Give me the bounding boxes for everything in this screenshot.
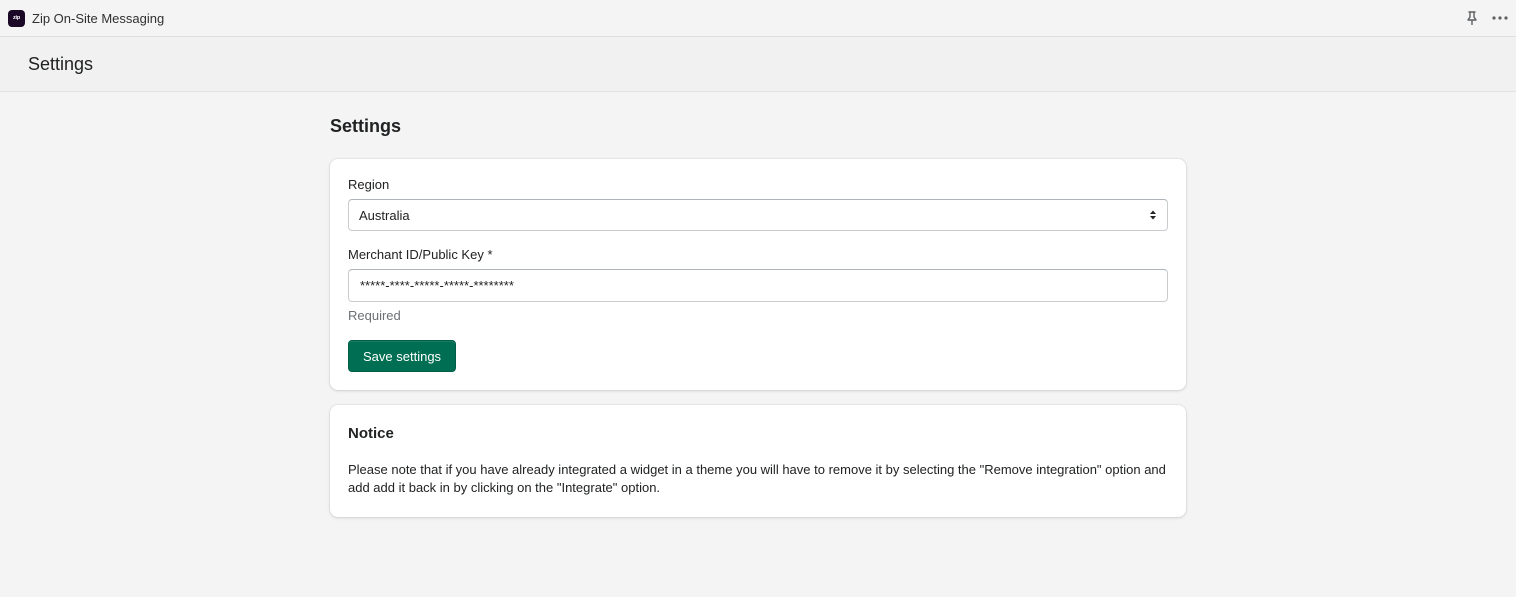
main-content: Settings Region Australia Merchant ID/Pu… — [330, 92, 1186, 517]
app-logo-text: zip — [12, 15, 21, 21]
region-select[interactable]: Australia — [348, 199, 1168, 231]
region-label: Region — [348, 177, 390, 192]
save-settings-button[interactable]: Save settings — [348, 340, 457, 372]
notice-title: Notice — [348, 425, 394, 442]
merchant-id-help: Required — [348, 308, 401, 323]
notice-text: Please note that if you have already int… — [348, 462, 1166, 495]
select-arrows-icon — [1149, 209, 1157, 224]
more-icon[interactable] — [1492, 16, 1508, 20]
settings-card: Region Australia Merchant ID/Public Key … — [330, 159, 1186, 390]
merchant-id-input[interactable] — [348, 269, 1168, 302]
pin-icon[interactable] — [1466, 11, 1478, 25]
app-bar-actions — [1466, 11, 1508, 25]
notice-card: Notice Please note that if you have alre… — [330, 405, 1186, 517]
app-logo: zip — [8, 9, 25, 27]
title-bar-title: Settings — [28, 53, 94, 74]
app-title: Zip On-Site Messaging — [32, 10, 165, 26]
title-bar: Settings — [0, 37, 1516, 92]
page-title: Settings — [330, 116, 402, 136]
merchant-id-label: Merchant ID/Public Key * — [348, 247, 493, 262]
app-bar: zip Zip On-Site Messaging — [0, 0, 1516, 37]
region-select-value: Australia — [359, 207, 410, 223]
